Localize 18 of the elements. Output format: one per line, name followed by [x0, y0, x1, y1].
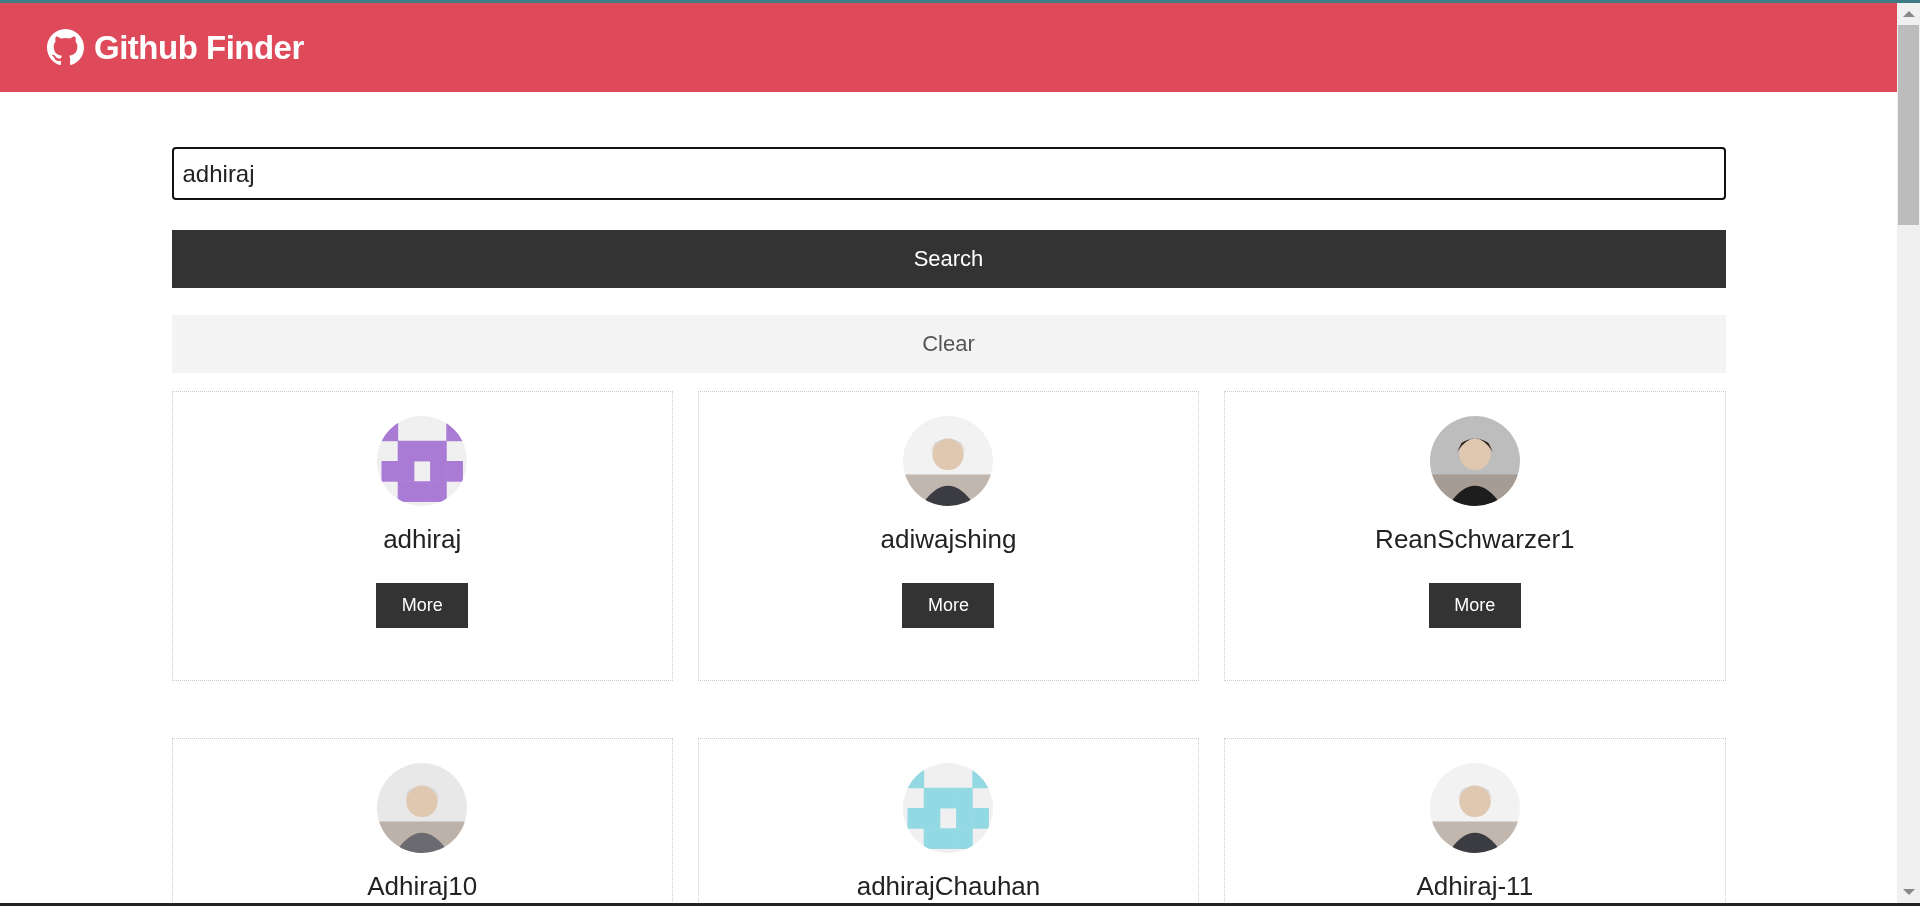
username: Adhiraj10 [367, 871, 478, 902]
search-button[interactable]: Search [171, 230, 1726, 288]
more-button[interactable]: More [1428, 583, 1521, 628]
search-field[interactable]: adhiraj [171, 147, 1726, 200]
username: adhirajChauhan [856, 871, 1041, 902]
github-logo-icon [47, 29, 84, 66]
username: Adhiraj-11 [1416, 871, 1534, 902]
more-button[interactable]: More [902, 583, 995, 628]
app-title: Github Finder [94, 28, 304, 67]
scroll-up-icon[interactable] [1902, 11, 1915, 17]
username: adhiraj [383, 524, 462, 555]
username: adiwajshing [880, 524, 1017, 555]
clear-button[interactable]: Clear [171, 315, 1726, 373]
more-button[interactable]: More [376, 583, 469, 628]
username: ReanSchwarzer1 [1375, 524, 1575, 555]
scrollbar[interactable] [1897, 3, 1920, 903]
scroll-thumb[interactable] [1898, 25, 1919, 225]
scroll-down-icon[interactable] [1902, 889, 1915, 895]
